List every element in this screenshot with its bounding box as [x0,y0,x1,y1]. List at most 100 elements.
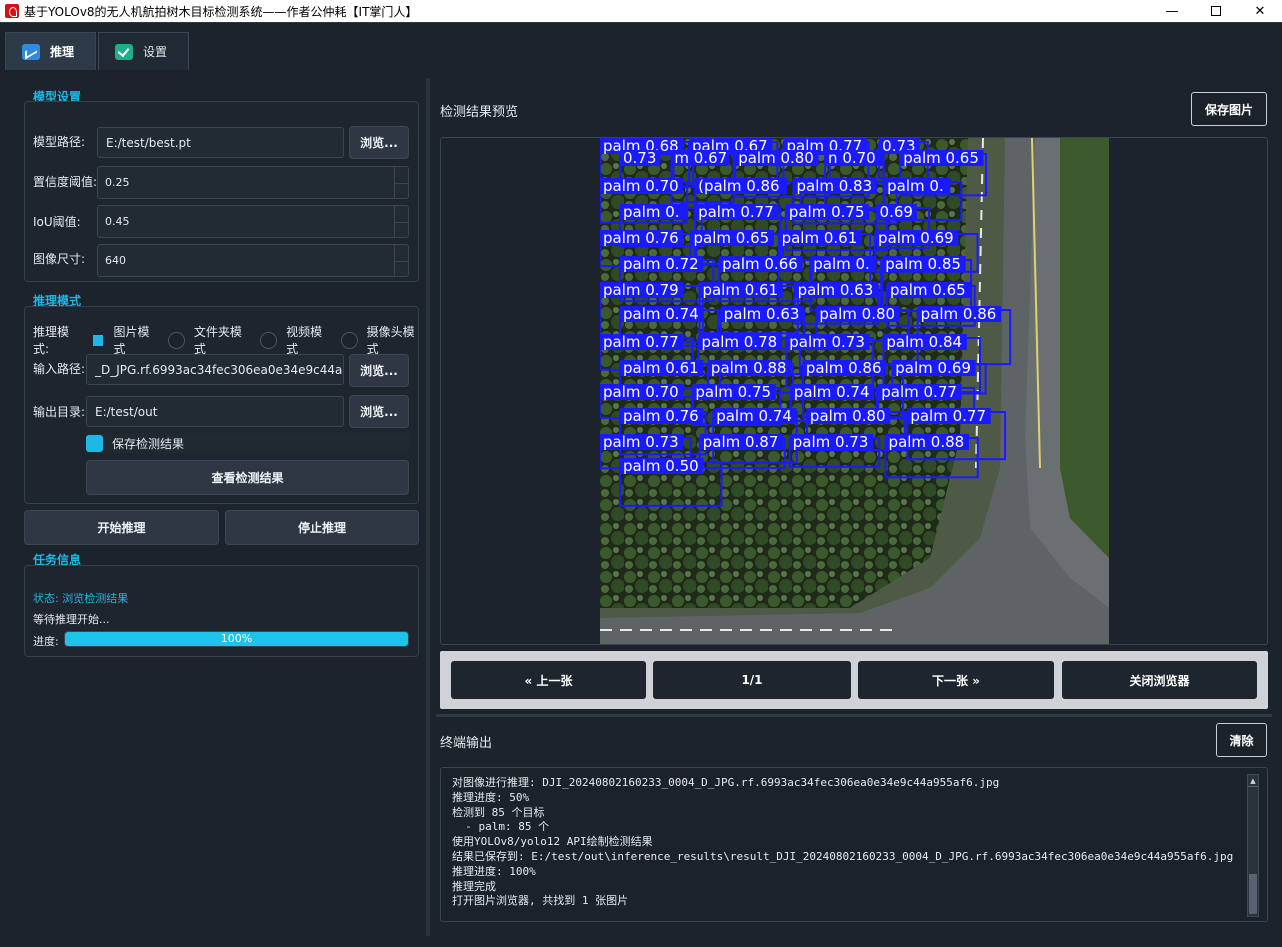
horizontal-splitter[interactable] [436,714,1272,717]
detection-label: palm 0.74 [623,305,699,323]
terminal-line: 结果已保存到: E:/test/out\inference_results\re… [452,849,1234,863]
scroll-up-icon[interactable]: ▲ [1248,775,1258,787]
detection-label: palm 0.77 [881,383,957,401]
save-results-checkbox-row[interactable]: 保存检测结果 [86,433,409,453]
detection-label: palm 0.85 [885,255,961,273]
camera-mode-label[interactable]: 摄像头模式 [367,323,426,357]
detection-image-canvas: palm 0.68 palm 0.67 palm 0.77 0.730.73 m 0.6… [600,138,1109,644]
page-indicator: 1/1 [653,661,851,699]
terminal-line: 使用YOLOv8/yolo12 API绘制检测结果 [452,835,653,849]
detection-label: (palm 0.86 [698,177,780,195]
detection-label: palm 0.66 [722,255,798,273]
detection-label: m 0.67 [674,149,727,167]
mode-label: 推理模式: [33,325,70,356]
model-path-input[interactable]: E:/test/best.pt [97,127,344,158]
detection-label: n 0.70 [828,149,876,167]
spin-arrows[interactable] [394,206,409,237]
view-results-button[interactable]: 查看检测结果 [86,460,409,495]
save-image-button[interactable]: 保存图片 [1191,92,1267,126]
terminal-scrollbar[interactable]: ▲ [1247,774,1259,917]
detection-label: palm 0.76 [623,407,699,425]
prev-image-button[interactable]: « 上一张 [451,661,646,699]
tab-label: 推理 [50,45,75,59]
waiting-text: 等待推理开始... [33,613,110,626]
terminal-line: 推理进度: 50% [452,790,530,804]
stop-inference-button[interactable]: 停止推理 [225,510,419,545]
mode-radio-group: 推理模式: 图片模式 文件夹模式 视频模式 摄像头模式 [33,325,426,356]
save-results-checkbox[interactable] [86,434,103,452]
terminal-output[interactable]: 对图像进行推理: DJI_20240802160233_0004_D_JPG.r… [440,767,1268,922]
status-text: 状态: 浏览检测结果 [33,592,129,605]
progress-label: 进度: [33,635,59,648]
detection-label: palm 0.78 [702,333,778,351]
detection-label: palm 0.88 [889,433,965,451]
maximize-icon [1211,6,1221,16]
close-viewer-button[interactable]: 关闭浏览器 [1062,661,1257,699]
video-mode-radio[interactable] [260,331,278,349]
detection-label: palm 0.77 [910,407,986,425]
image-size-label: 图像尺寸: [33,252,86,266]
start-inference-button[interactable]: 开始推理 [24,510,219,545]
iou-value: 0.45 [105,215,130,228]
confidence-label: 置信度阈值: [33,175,98,189]
detection-label: palm 0.86 [921,305,997,323]
spin-arrows[interactable] [394,167,409,198]
progress-text: 100% [220,632,253,645]
tab-settings[interactable]: 设置 [98,32,189,70]
vertical-splitter[interactable] [426,78,430,936]
browse-model-button[interactable]: 浏览... [349,126,409,159]
clear-button[interactable]: 清除 [1216,723,1267,757]
spin-arrows[interactable] [394,245,409,276]
detection-label: palm 0.73 [789,333,865,351]
detection-label: palm 0.69 [878,229,954,247]
detection-label: palm 0. [887,177,944,195]
detection-label: palm 0.74 [794,383,870,401]
image-mode-radio[interactable] [92,334,104,346]
output-dir-field[interactable]: E:/test/out [86,396,344,427]
detection-label: palm 0. [813,255,870,273]
tab-label: 设置 [143,45,168,59]
browse-input-button[interactable]: 浏览... [349,354,409,387]
detection-label: palm 0.79 [603,281,679,299]
left-panel: 模型设置 模型路径: E:/test/best.pt 浏览... 置信度阈值: … [0,72,426,947]
model-path-label: 模型路径: [33,135,86,149]
image-mode-label[interactable]: 图片模式 [113,323,161,357]
next-image-button[interactable]: 下一张 » [858,661,1054,699]
video-mode-label[interactable]: 视频模式 [286,323,334,357]
check-icon [115,43,133,60]
terminal-lines: 对图像进行推理: DJI_20240802160233_0004_D_JPG.r… [452,776,1233,909]
image-size-spinbox[interactable]: 640 [97,244,409,277]
output-dir-label: 输出目录: [33,405,86,419]
detection-label: palm 0.65 [694,229,770,247]
detection-label: palm 0.63 [724,305,800,323]
window-controls: — ✕ [1150,0,1282,22]
close-button[interactable]: ✕ [1238,0,1282,22]
terminal-line: 推理进度: 100% [452,864,536,878]
browse-output-button[interactable]: 浏览... [349,395,409,428]
detection-label: palm 0.75 [695,383,771,401]
tab-inference[interactable]: 推理 [5,32,96,70]
detection-label: palm 0.70 [603,383,679,401]
detection-label: palm 0.76 [603,229,679,247]
detection-label: palm 0.72 [623,255,699,273]
scroll-thumb[interactable] [1249,874,1257,914]
detection-label: palm 0.86 [806,359,882,377]
detection-label: palm 0.75 [789,203,865,221]
detection-label: palm 0.83 [796,177,872,195]
folder-mode-radio[interactable] [168,331,185,349]
iou-spinbox[interactable]: 0.45 [97,205,409,238]
detection-label: palm 0. [623,203,680,221]
input-path-label: 输入路径: [33,362,86,376]
confidence-spinbox[interactable]: 0.25 [97,166,409,199]
input-path-field[interactable]: _D_JPG.rf.6993ac34fec306ea0e34e9c44a955a… [86,354,344,385]
maximize-button[interactable] [1194,0,1238,22]
minimize-button[interactable]: — [1150,0,1194,22]
iou-label: IoU阈值: [33,215,81,229]
detection-label: palm 0.87 [703,433,779,451]
detection-label: palm 0.65 [890,281,966,299]
camera-mode-radio[interactable] [340,331,358,349]
folder-mode-label[interactable]: 文件夹模式 [194,323,253,357]
detection-label: palm 0.88 [711,359,787,377]
detection-label: palm 0.65 [903,149,979,167]
app-logo-icon [5,4,19,18]
